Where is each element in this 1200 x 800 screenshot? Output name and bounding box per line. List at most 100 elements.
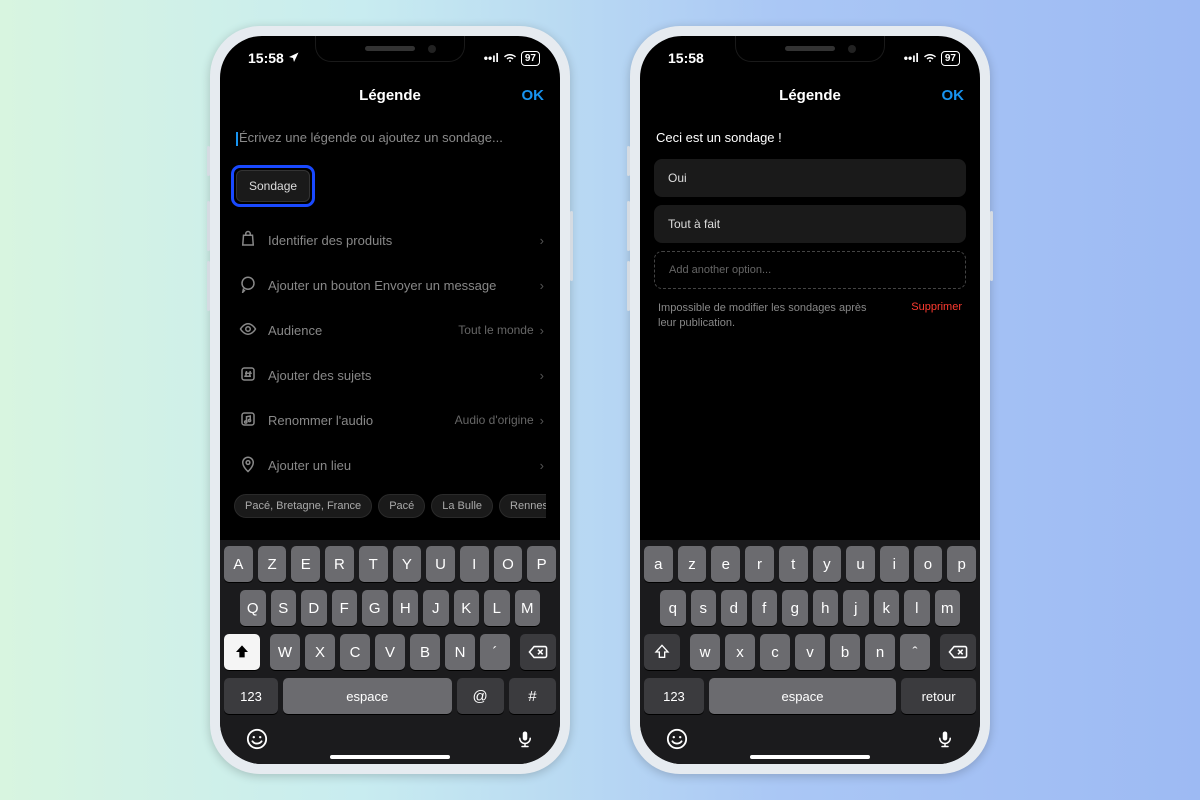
backspace-key[interactable] xyxy=(520,634,556,670)
key-h[interactable]: H xyxy=(393,590,419,626)
backspace-key[interactable] xyxy=(940,634,976,670)
key-e[interactable]: E xyxy=(291,546,320,582)
key-t[interactable]: T xyxy=(359,546,388,582)
nav-header: Légende OK xyxy=(640,76,980,114)
key-i[interactable]: i xyxy=(880,546,909,582)
status-time: 15:58 xyxy=(668,50,704,66)
location-chip[interactable]: La Bulle xyxy=(431,494,493,518)
key-t[interactable]: t xyxy=(779,546,808,582)
key-m[interactable]: m xyxy=(935,590,961,626)
key-c[interactable]: c xyxy=(760,634,790,670)
space-key[interactable]: espace xyxy=(709,678,896,714)
caption-input[interactable]: Écrivez une légende ou ajoutez un sondag… xyxy=(236,130,544,146)
at-key[interactable]: @ xyxy=(457,678,504,714)
key-j[interactable]: j xyxy=(843,590,869,626)
option-row[interactable]: Audience Tout le monde › xyxy=(234,308,546,353)
location-chip[interactable]: Rennes xyxy=(499,494,546,518)
key-f[interactable]: f xyxy=(752,590,778,626)
key-y[interactable]: y xyxy=(813,546,842,582)
key-´[interactable]: ´ xyxy=(480,634,510,670)
audio-icon xyxy=(236,410,260,431)
location-chip[interactable]: Pacé xyxy=(378,494,425,518)
key-n[interactable]: N xyxy=(445,634,475,670)
side-button xyxy=(627,201,630,251)
space-key[interactable]: espace xyxy=(283,678,452,714)
key-k[interactable]: k xyxy=(874,590,900,626)
key-j[interactable]: J xyxy=(423,590,449,626)
key-s[interactable]: S xyxy=(271,590,297,626)
key-x[interactable]: x xyxy=(725,634,755,670)
delete-poll-button[interactable]: Supprimer xyxy=(911,301,962,313)
poll-question[interactable]: Ceci est un sondage ! xyxy=(656,130,964,145)
key-c[interactable]: C xyxy=(340,634,370,670)
poll-option-1[interactable]: Oui xyxy=(654,159,966,197)
key-x[interactable]: X xyxy=(305,634,335,670)
key-q[interactable]: Q xyxy=(240,590,266,626)
key-g[interactable]: G xyxy=(362,590,388,626)
keyboard[interactable]: azertyuiop qsdfghjklm wxcvbnˆ 123 espace… xyxy=(640,540,980,764)
ok-button[interactable]: OK xyxy=(942,87,965,104)
key-r[interactable]: R xyxy=(325,546,354,582)
key-o[interactable]: o xyxy=(914,546,943,582)
key-u[interactable]: u xyxy=(846,546,875,582)
key-k[interactable]: K xyxy=(454,590,480,626)
notch xyxy=(735,36,885,62)
key-z[interactable]: Z xyxy=(258,546,287,582)
wifi-icon xyxy=(503,51,517,66)
key-d[interactable]: D xyxy=(301,590,327,626)
option-row[interactable]: Ajouter un bouton Envoyer un message › xyxy=(234,263,546,308)
key-h[interactable]: h xyxy=(813,590,839,626)
option-row[interactable]: Renommer l'audio Audio d'origine › xyxy=(234,398,546,443)
key-n[interactable]: n xyxy=(865,634,895,670)
key-ˆ[interactable]: ˆ xyxy=(900,634,930,670)
location-chip[interactable]: Pacé, Bretagne, France xyxy=(234,494,372,518)
ok-button[interactable]: OK xyxy=(522,87,545,104)
key-y[interactable]: Y xyxy=(393,546,422,582)
poll-chip[interactable]: Sondage xyxy=(236,170,310,202)
emoji-button[interactable] xyxy=(246,728,268,756)
key-e[interactable]: e xyxy=(711,546,740,582)
key-q[interactable]: q xyxy=(660,590,686,626)
key-z[interactable]: z xyxy=(678,546,707,582)
key-m[interactable]: M xyxy=(515,590,541,626)
key-v[interactable]: V xyxy=(375,634,405,670)
key-l[interactable]: l xyxy=(904,590,930,626)
key-w[interactable]: W xyxy=(270,634,300,670)
key-w[interactable]: w xyxy=(690,634,720,670)
shift-key[interactable] xyxy=(224,634,260,670)
return-key[interactable]: retour xyxy=(901,678,976,714)
numeric-key[interactable]: 123 xyxy=(644,678,704,714)
key-s[interactable]: s xyxy=(691,590,717,626)
key-p[interactable]: p xyxy=(947,546,976,582)
add-option-input[interactable]: Add another option... xyxy=(654,251,966,289)
key-a[interactable]: a xyxy=(644,546,673,582)
key-u[interactable]: U xyxy=(426,546,455,582)
key-g[interactable]: g xyxy=(782,590,808,626)
mic-button[interactable] xyxy=(516,728,534,756)
option-label: Ajouter un bouton Envoyer un message xyxy=(268,278,540,293)
numeric-key[interactable]: 123 xyxy=(224,678,278,714)
shift-key[interactable] xyxy=(644,634,680,670)
home-indicator[interactable] xyxy=(750,755,870,759)
option-row[interactable]: Ajouter des sujets › xyxy=(234,353,546,398)
key-f[interactable]: F xyxy=(332,590,358,626)
key-v[interactable]: v xyxy=(795,634,825,670)
key-l[interactable]: L xyxy=(484,590,510,626)
key-o[interactable]: O xyxy=(494,546,523,582)
hash-key[interactable]: # xyxy=(509,678,556,714)
key-b[interactable]: B xyxy=(410,634,440,670)
key-p[interactable]: P xyxy=(527,546,556,582)
emoji-button[interactable] xyxy=(666,728,688,756)
option-row[interactable]: Identifier des produits › xyxy=(234,218,546,263)
key-b[interactable]: b xyxy=(830,634,860,670)
mic-button[interactable] xyxy=(936,728,954,756)
poll-option-2[interactable]: Tout à fait xyxy=(654,205,966,243)
key-d[interactable]: d xyxy=(721,590,747,626)
keyboard[interactable]: AZERTYUIOP QSDFGHJKLM WXCVBN´ 123 espace… xyxy=(220,540,560,764)
option-row[interactable]: Ajouter un lieu › xyxy=(234,443,546,488)
side-button xyxy=(570,211,573,281)
home-indicator[interactable] xyxy=(330,755,450,759)
key-i[interactable]: I xyxy=(460,546,489,582)
key-r[interactable]: r xyxy=(745,546,774,582)
key-a[interactable]: A xyxy=(224,546,253,582)
